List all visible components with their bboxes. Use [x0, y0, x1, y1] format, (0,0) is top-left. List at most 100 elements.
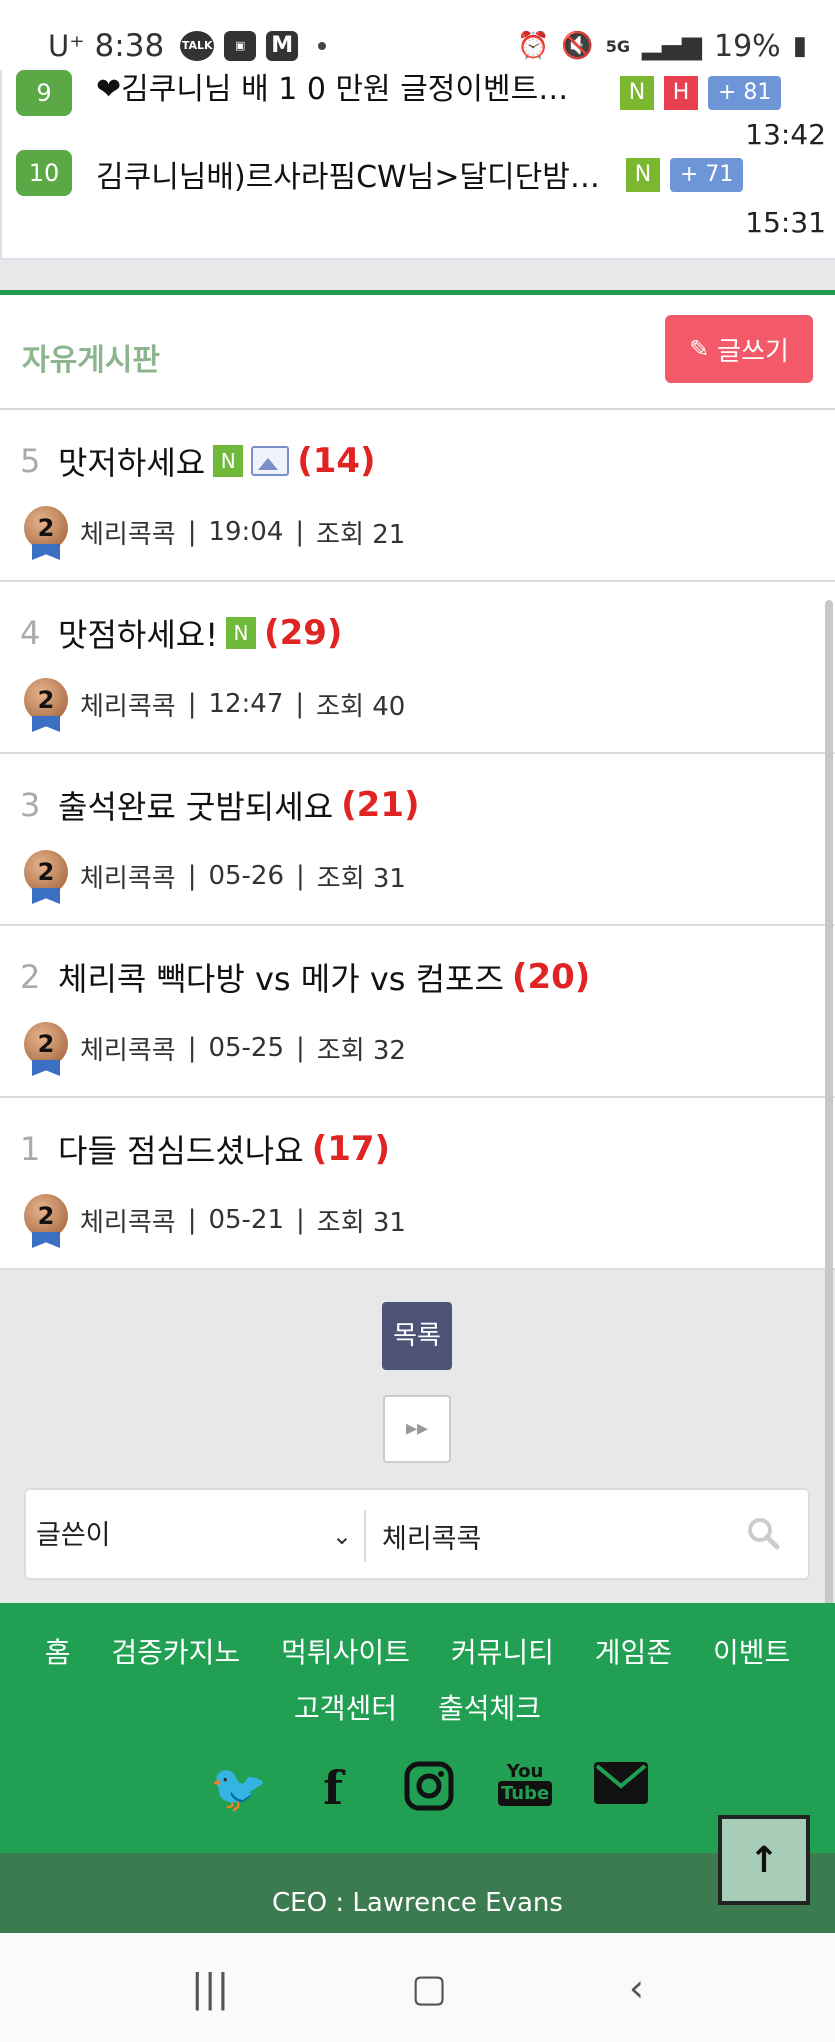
post-list: 5 맛저하세요 N (14) 2 체리콕콕 | 19:04 | 조회 21 4 맛점… [0, 410, 835, 1270]
new-badge: N [620, 76, 654, 110]
company-info-bar: CEO : Lawrence Evans [0, 1853, 835, 1933]
gmail-notification-icon: M [266, 31, 299, 61]
post-author[interactable]: 체리콕콕 [80, 1202, 176, 1239]
post-title[interactable]: 체리콕 빽다방 vs 메가 vs 컴포즈 [58, 954, 504, 1000]
post-time: 05-25 [208, 1033, 285, 1063]
search-bar: 글쓴이 ⌄ [24, 1488, 810, 1580]
post-views: 조회 32 [316, 1035, 406, 1066]
next-page-button[interactable]: ▸▸ [383, 1395, 451, 1463]
post-views: 조회 31 [316, 1207, 406, 1238]
more-notifications-icon [318, 42, 327, 50]
carrier-label: U⁺ [48, 29, 85, 63]
social-links: 🐦 f You Tube [210, 1761, 648, 1815]
image-attachment-icon [251, 446, 290, 476]
clock: 8:38 [94, 28, 165, 64]
footer-link-home[interactable]: 홈 [45, 1636, 71, 1669]
youtube-icon[interactable]: You Tube [498, 1761, 553, 1815]
top-list-title[interactable]: 김쿠니님배)르사라핌CW님>달디단밤… [96, 152, 600, 196]
post-author[interactable]: 체리콕콕 [80, 1030, 176, 1067]
post-row[interactable]: 1 다들 점심드셨나요 (17) 2 체리콕콕 | 05-21 | 조회 31 [0, 1098, 835, 1270]
search-input[interactable] [382, 1512, 742, 1560]
post-title[interactable]: 출석완료 굿밤되세요 [58, 782, 333, 828]
comment-count: (14) [297, 441, 376, 481]
board-title: 자유게시판 [22, 343, 160, 378]
footer-link-events[interactable]: 이벤트 [713, 1636, 790, 1669]
scroll-to-top-button[interactable]: ↑ [718, 1815, 810, 1905]
new-badge: N [226, 617, 257, 649]
hot-badge: H [664, 76, 698, 110]
new-badge: N [626, 158, 660, 192]
twitter-icon[interactable]: 🐦 [210, 1761, 267, 1815]
signal-icon: ▂▄▆ [642, 31, 702, 61]
post-number: 1 [20, 1130, 41, 1168]
footer-link-game-zone[interactable]: 게임존 [595, 1636, 672, 1669]
board-header: 자유게시판 ✎ 글쓰기 [0, 290, 835, 410]
post-title[interactable]: 다들 점심드셨나요 [58, 1126, 304, 1172]
arrow-up-icon: ↑ [748, 1839, 780, 1881]
post-views: 조회 40 [316, 691, 406, 722]
rank-number: 10 [16, 150, 72, 196]
new-badge: N [213, 445, 244, 477]
battery-icon: ▮ [792, 31, 807, 61]
page-scrollbar[interactable] [825, 600, 833, 1650]
system-navigation-bar: ||| ▢ ‹ [0, 1933, 835, 2042]
post-author[interactable]: 체리콕콕 [80, 858, 176, 895]
mute-icon: 🔇 [561, 31, 594, 61]
rank-medal-avatar: 2 [24, 678, 68, 732]
search-divider [364, 1510, 366, 1562]
kakaotalk-notification-icon: TALK [180, 31, 215, 61]
top-list-item[interactable]: 9 ❤김쿠니님 배 1 0 만원 글정이벤트… N H + 81 13:42 [16, 70, 826, 151]
footer-link-community[interactable]: 커뮤니티 [451, 1636, 554, 1669]
rank-medal-avatar: 2 [24, 850, 68, 904]
post-row[interactable]: 3 출석완료 굿밤되세요 (21) 2 체리콕콕 | 05-26 | 조회 31 [0, 754, 835, 926]
recent-apps-icon[interactable]: ||| [191, 1966, 229, 2010]
write-post-button[interactable]: ✎ 글쓰기 [665, 315, 813, 383]
home-icon[interactable]: ▢ [411, 1966, 447, 2010]
comment-count-badge: + 71 [670, 158, 744, 192]
post-row[interactable]: 2 체리콕 빽다방 vs 메가 vs 컴포즈 (20) 2 체리콕콕 | 05-2… [0, 926, 835, 1098]
back-icon[interactable]: ‹ [629, 1966, 644, 2010]
top-list-time: 13:42 [745, 118, 826, 151]
instagram-icon[interactable] [402, 1761, 456, 1815]
footer-link-customer-center[interactable]: 고객센터 [294, 1692, 397, 1725]
alarm-icon: ⏰ [516, 31, 550, 61]
post-time: 12:47 [208, 689, 284, 719]
footer-nav: 홈 검증카지노 먹튀사이트 커뮤니티 게임존 이벤트 고객센터 출석체크 [0, 1625, 835, 1737]
write-button-label: 글쓰기 [717, 336, 789, 367]
email-icon[interactable] [594, 1761, 648, 1815]
search-field-select[interactable]: 글쓴이 ⌄ [36, 1512, 356, 1560]
post-views: 조회 21 [316, 519, 406, 550]
network-type-icon: 5G [605, 36, 630, 56]
comment-count: (20) [511, 957, 591, 997]
rank-medal-avatar: 2 [24, 506, 68, 560]
search-icon[interactable] [746, 1516, 780, 1550]
pencil-icon: ✎ [689, 335, 710, 363]
footer-link-scam-sites[interactable]: 먹튀사이트 [281, 1636, 410, 1669]
comment-count: (17) [311, 1129, 391, 1169]
rank-medal-avatar: 2 [24, 1194, 68, 1248]
search-field-value: 글쓴이 [36, 1520, 111, 1551]
comment-count: (29) [264, 613, 343, 653]
top-list-time: 15:31 [745, 206, 826, 239]
footer-link-verified-casino[interactable]: 검증카지노 [111, 1636, 240, 1669]
chevron-down-icon: ⌄ [331, 1522, 352, 1550]
top-post-list: 9 ❤김쿠니님 배 1 0 만원 글정이벤트… N H + 81 13:42 1… [0, 70, 835, 260]
post-row[interactable]: 5 맛저하세요 N (14) 2 체리콕콕 | 19:04 | 조회 21 [0, 410, 835, 582]
post-number: 2 [20, 958, 41, 996]
post-views: 조회 31 [316, 863, 406, 894]
facebook-icon[interactable]: f [306, 1761, 360, 1815]
post-number: 3 [20, 786, 41, 824]
post-title[interactable]: 맛점하세요! [58, 610, 218, 656]
post-title[interactable]: 맛저하세요 [58, 438, 205, 484]
list-button[interactable]: 목록 [382, 1302, 452, 1370]
ceo-label: CEO : Lawrence Evans [272, 1888, 563, 1918]
rank-medal-avatar: 2 [24, 1022, 68, 1076]
post-row[interactable]: 4 맛점하세요! N (29) 2 체리콕콕 | 12:47 | 조회 40 [0, 582, 835, 754]
comment-count-badge: + 81 [708, 76, 782, 110]
top-list-item[interactable]: 10 김쿠니님배)르사라핌CW님>달디단밤… N + 71 15:31 [16, 150, 826, 240]
post-author[interactable]: 체리콕콕 [80, 686, 176, 723]
top-list-title[interactable]: ❤김쿠니님 배 1 0 만원 글정이벤트… [96, 70, 568, 108]
post-author[interactable]: 체리콕콕 [80, 514, 176, 551]
footer-link-attendance[interactable]: 출석체크 [438, 1692, 541, 1725]
post-number: 5 [20, 442, 41, 480]
